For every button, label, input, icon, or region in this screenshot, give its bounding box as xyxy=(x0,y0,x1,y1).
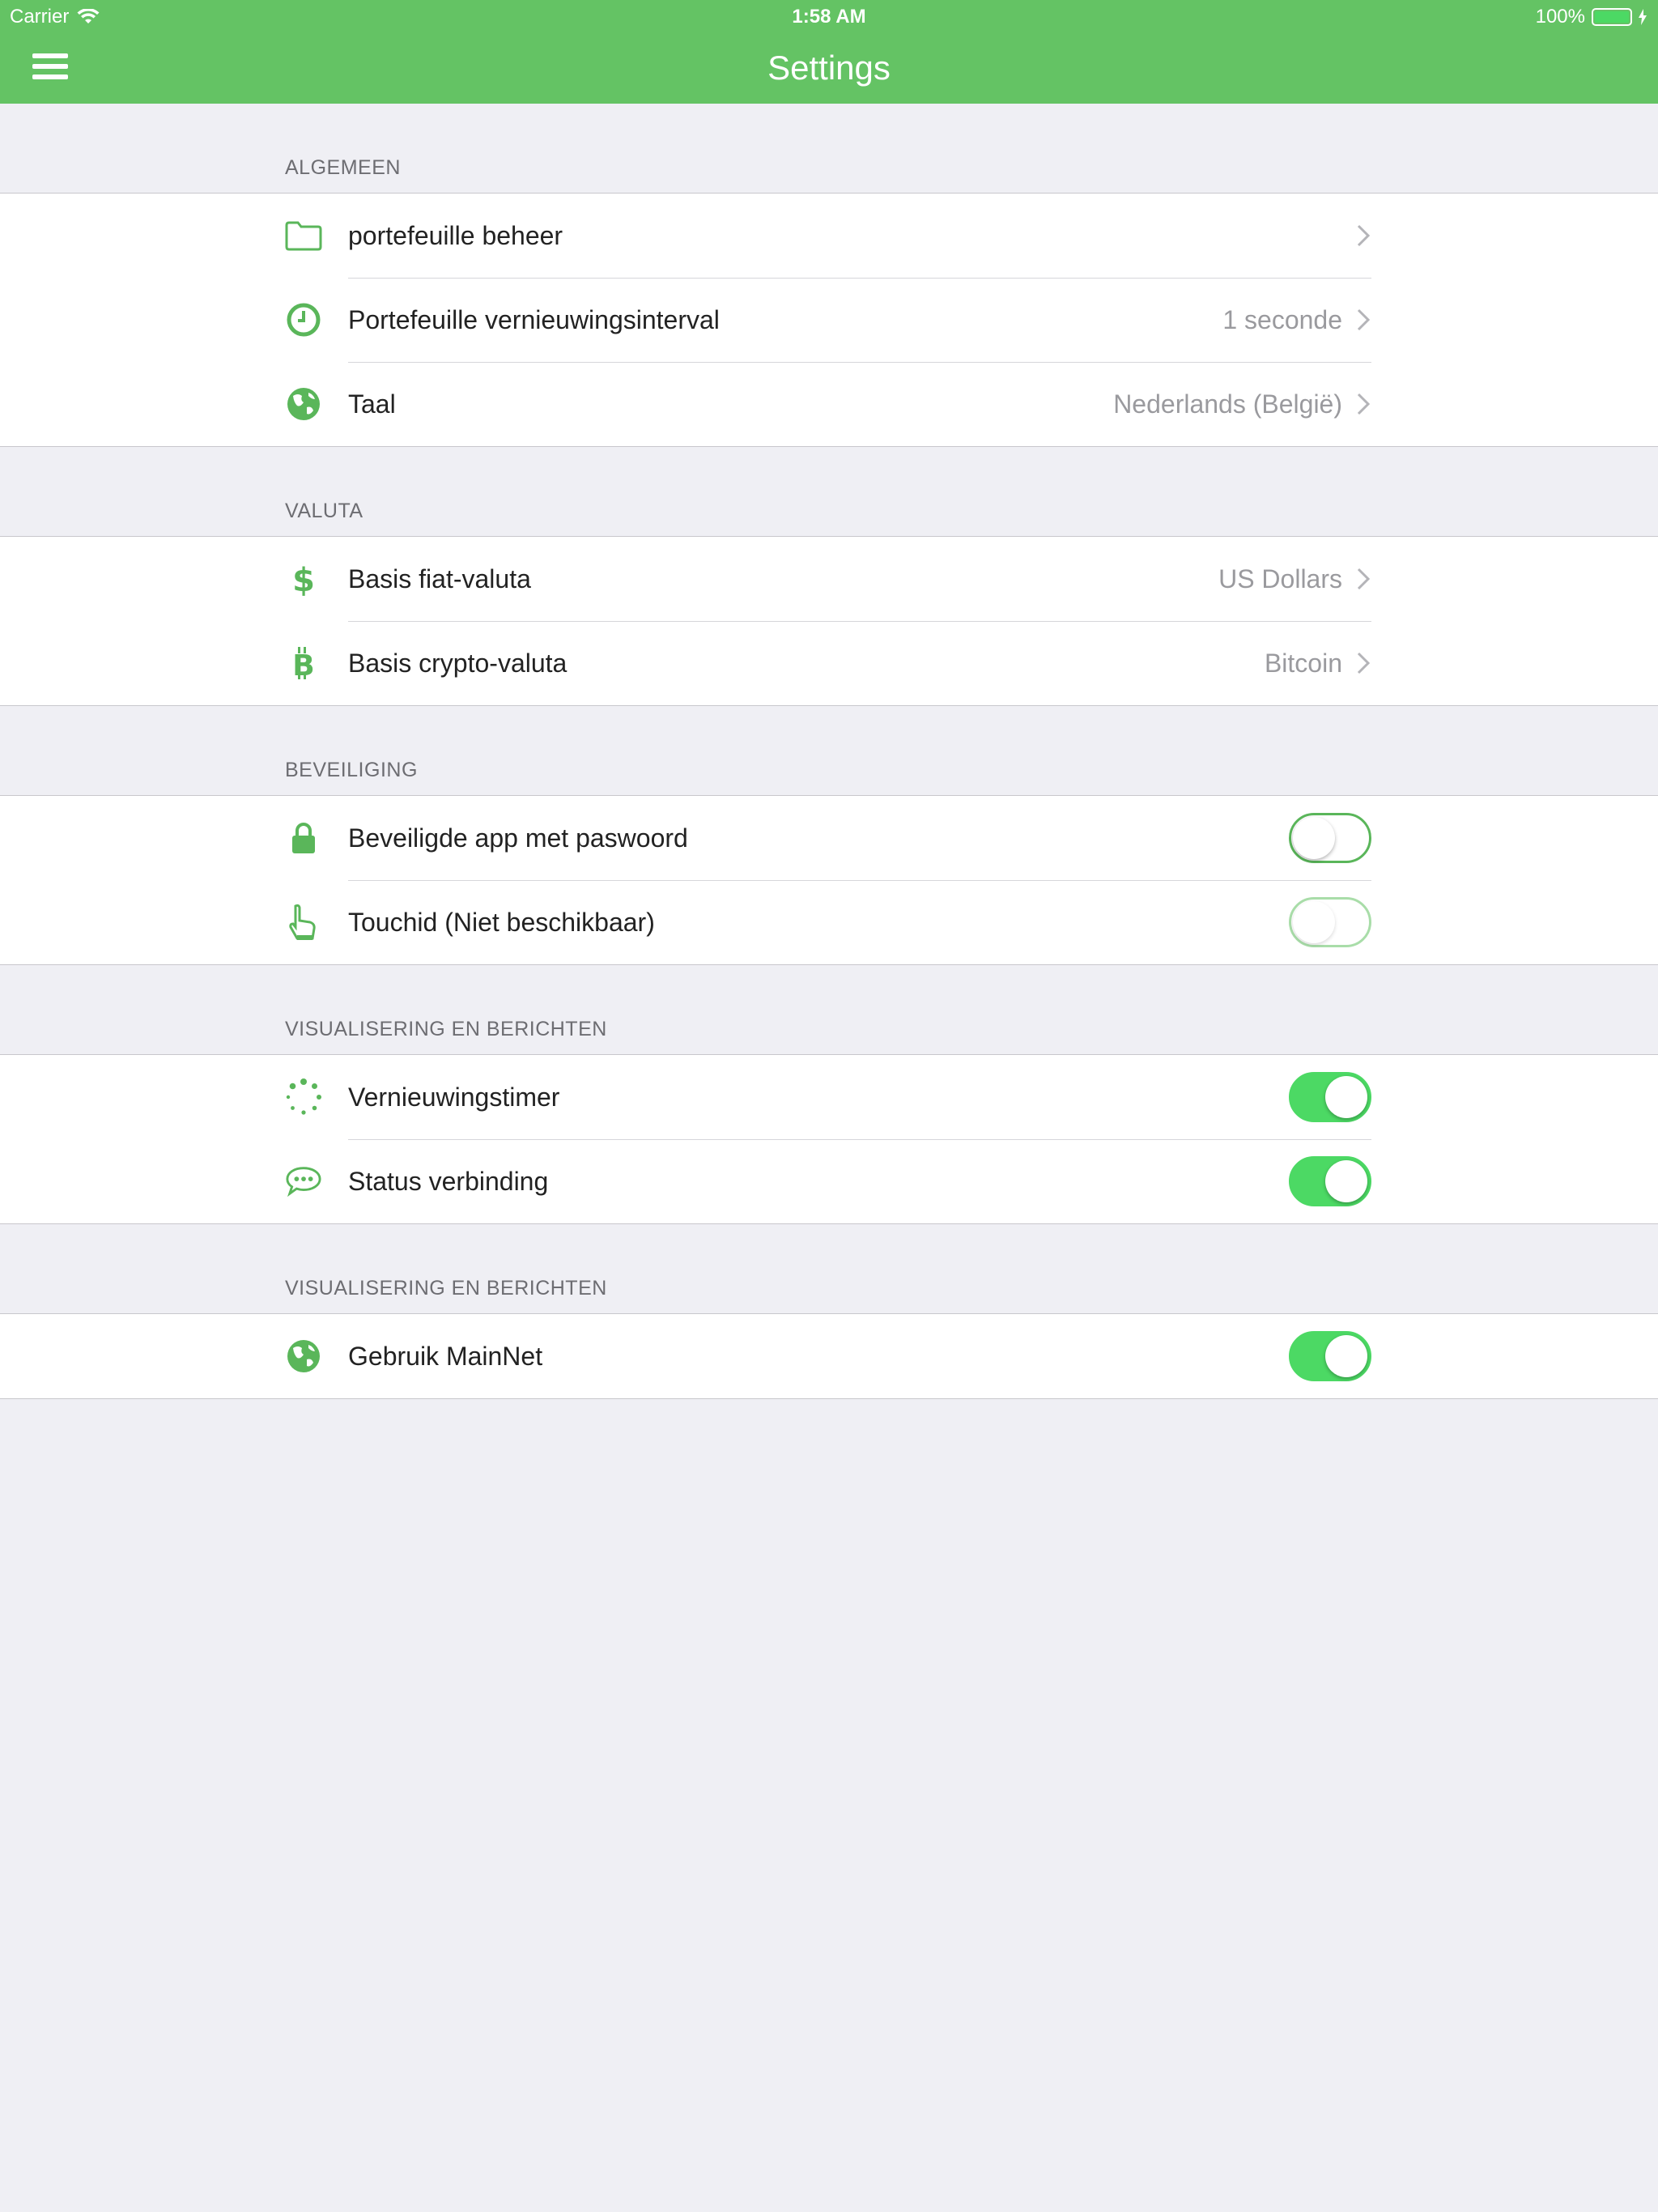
row-label: Portefeuille vernieuwingsinterval xyxy=(348,304,720,334)
svg-text:$: $ xyxy=(292,562,315,598)
dollar-icon: $ xyxy=(285,560,322,598)
row-taal[interactable]: Taal Nederlands (België) xyxy=(0,362,1658,446)
group-visualisering: Vernieuwingstimer Status verbinding xyxy=(0,1054,1658,1224)
group-valuta: $ Basis fiat-valuta US Dollars B Basis c… xyxy=(0,536,1658,706)
mainnet-toggle[interactable] xyxy=(1289,1331,1371,1381)
section-header-netwerk: VISUALISERING EN BERICHTEN xyxy=(285,1277,607,1300)
page-title: Settings xyxy=(767,49,891,87)
row-label: Basis fiat-valuta xyxy=(348,564,531,593)
row-status-verbinding: Status verbinding xyxy=(0,1139,1658,1223)
row-value: US Dollars xyxy=(1218,564,1342,593)
row-value: Bitcoin xyxy=(1264,648,1342,678)
touchid-toggle[interactable] xyxy=(1289,897,1371,947)
group-netwerk: Gebruik MainNet xyxy=(0,1313,1658,1399)
nav-bar: Settings xyxy=(0,32,1658,104)
row-label: Beveiligde app met paswoord xyxy=(348,823,688,853)
charging-bolt-icon xyxy=(1639,9,1647,25)
status-bar: Carrier 1:58 AM 100% xyxy=(0,0,1658,32)
chevron-right-icon xyxy=(1357,393,1371,415)
refresh-timer-toggle[interactable] xyxy=(1289,1072,1371,1122)
chat-bubble-icon xyxy=(285,1163,322,1200)
battery-icon xyxy=(1592,8,1632,26)
row-crypto-valuta[interactable]: B Basis crypto-valuta Bitcoin xyxy=(0,621,1658,705)
row-vernieuwingstimer: Vernieuwingstimer xyxy=(0,1055,1658,1139)
row-mainnet: Gebruik MainNet xyxy=(0,1314,1658,1398)
row-label: Touchid (Niet beschikbaar) xyxy=(348,907,655,937)
row-fiat-valuta[interactable]: $ Basis fiat-valuta US Dollars xyxy=(0,537,1658,621)
group-algemeen: portefeuille beheer Portefeuille vernieu… xyxy=(0,193,1658,447)
row-label: Status verbinding xyxy=(348,1166,549,1196)
row-label: Basis crypto-valuta xyxy=(348,648,568,678)
section-header-algemeen: ALGEMEEN xyxy=(285,156,401,179)
section-header-valuta: VALUTA xyxy=(285,500,363,522)
chevron-right-icon xyxy=(1357,308,1371,331)
row-label: Gebruik MainNet xyxy=(348,1341,543,1371)
section-header-visualisering: VISUALISERING EN BERICHTEN xyxy=(285,1018,607,1040)
spinner-icon xyxy=(285,1078,322,1116)
row-paswoord: Beveiligde app met paswoord xyxy=(0,796,1658,880)
chevron-right-icon xyxy=(1357,652,1371,674)
password-lock-toggle[interactable] xyxy=(1289,813,1371,863)
row-label: Vernieuwingstimer xyxy=(348,1082,560,1112)
section-header-beveiliging: BEVEILIGING xyxy=(285,759,418,781)
battery-percent: 100% xyxy=(1535,6,1585,28)
row-value: Nederlands (België) xyxy=(1113,389,1342,419)
folder-icon xyxy=(285,217,322,254)
lock-icon xyxy=(285,819,322,857)
chevron-right-icon xyxy=(1357,568,1371,590)
clock-icon xyxy=(285,301,322,338)
settings-list: ALGEMEEN portefeuille beheer Portefeuill… xyxy=(0,104,1658,1399)
group-beveiliging: Beveiligde app met paswoord Touchid (Nie… xyxy=(0,795,1658,965)
globe-icon xyxy=(285,385,322,423)
chevron-right-icon xyxy=(1357,224,1371,247)
bitcoin-icon: B xyxy=(285,644,322,682)
row-portefeuille-beheer[interactable]: portefeuille beheer xyxy=(0,194,1658,278)
battery-indicator: 100% xyxy=(1536,6,1647,28)
row-vernieuwingsinterval[interactable]: Portefeuille vernieuwingsinterval 1 seco… xyxy=(0,278,1658,362)
row-label: portefeuille beheer xyxy=(348,220,563,250)
row-label: Taal xyxy=(348,389,396,419)
finger-icon xyxy=(285,904,322,941)
row-value: 1 seconde xyxy=(1222,304,1342,334)
row-touchid: Touchid (Niet beschikbaar) xyxy=(0,880,1658,964)
connection-status-toggle[interactable] xyxy=(1289,1156,1371,1206)
globe-icon xyxy=(285,1338,322,1375)
status-time: 1:58 AM xyxy=(792,6,866,28)
